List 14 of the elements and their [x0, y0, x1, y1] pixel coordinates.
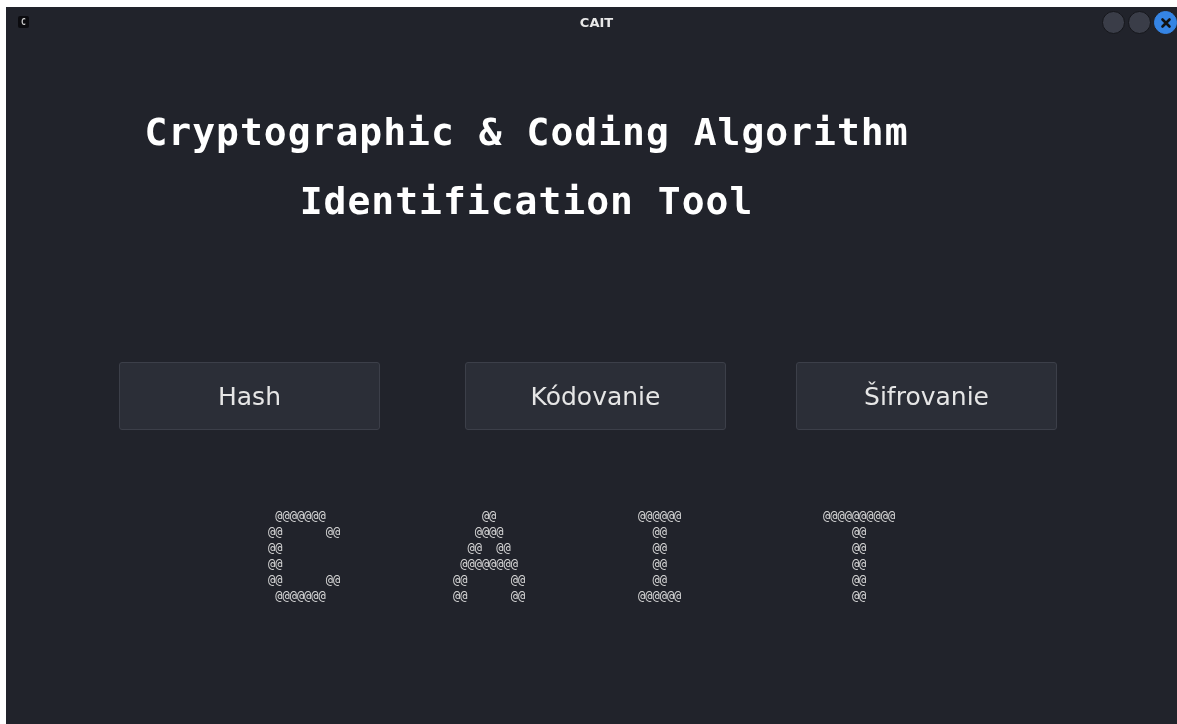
ascii-art-letter: @@@@@@@ @@ @@ @@ @@ @@ @@ @@@@@@@ — [268, 508, 342, 604]
minimize-button[interactable] — [1102, 11, 1125, 34]
ascii-art-letter: @@ @@@@ @@ @@ @@@@@@@@ @@ @@ @@ @@ — [453, 508, 527, 604]
menu-button[interactable]: Šifrovanie — [796, 362, 1057, 430]
close-button[interactable] — [1154, 11, 1177, 34]
menu-button[interactable]: Kódovanie — [465, 362, 726, 430]
close-icon — [1159, 16, 1172, 29]
app-icon: C — [18, 16, 29, 28]
ascii-art-letter: @@@@@@@@@@ @@ @@ @@ @@ @@ — [823, 508, 897, 604]
app-heading: Cryptographic & Coding Algorithm — [144, 109, 909, 155]
menu-button[interactable]: Hash — [119, 362, 380, 430]
window-title: CAIT — [578, 14, 614, 30]
ascii-art-letter: @@@@@@ @@ @@ @@ @@ @@@@@@ — [638, 508, 683, 604]
app-heading: Identification Tool — [299, 178, 754, 224]
